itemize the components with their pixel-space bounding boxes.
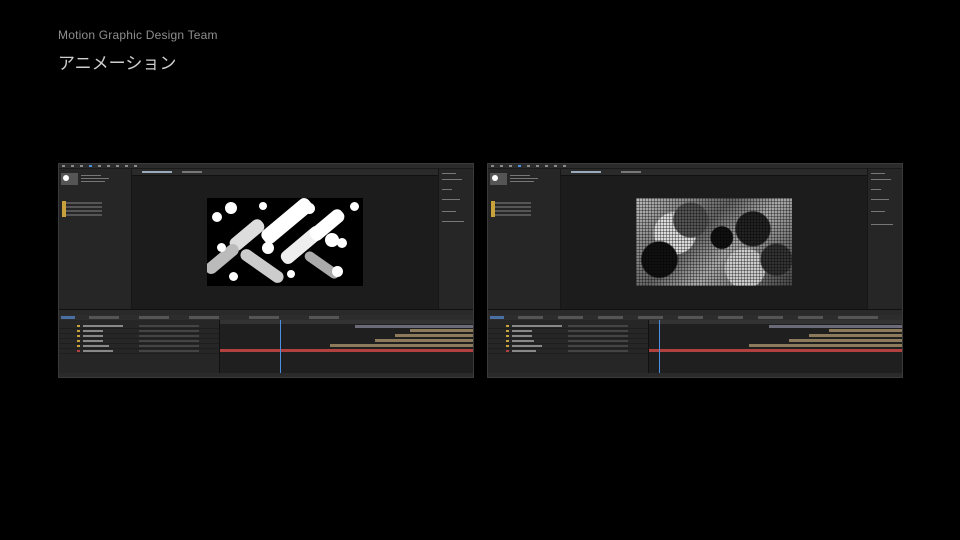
- tool-icon[interactable]: [89, 165, 92, 167]
- slide-title: アニメーション: [58, 54, 177, 74]
- tool-icon[interactable]: [71, 165, 74, 167]
- list-item[interactable]: [62, 213, 102, 217]
- tool-icon[interactable]: [563, 165, 566, 167]
- effects-panel: [867, 169, 902, 309]
- timeline-tracks: [220, 320, 473, 375]
- composition-frame: [636, 198, 792, 286]
- project-thumbnail: [61, 173, 78, 185]
- table-row[interactable]: [488, 349, 648, 354]
- tool-icon[interactable]: [527, 165, 530, 167]
- tool-icon[interactable]: [80, 165, 83, 167]
- time-ruler[interactable]: [220, 320, 473, 324]
- after-effects-screenshot-left: [58, 163, 474, 378]
- tool-icon[interactable]: [509, 165, 512, 167]
- playhead[interactable]: [659, 320, 660, 375]
- project-thumbnail: [490, 173, 507, 185]
- list-item[interactable]: [62, 209, 102, 213]
- list-item[interactable]: [62, 201, 102, 205]
- tab-composition[interactable]: [571, 171, 601, 173]
- timeline-footer: [59, 373, 473, 377]
- table-row[interactable]: [59, 349, 219, 354]
- project-panel: [59, 169, 132, 309]
- tab-timeline[interactable]: [638, 316, 663, 319]
- tool-icon[interactable]: [125, 165, 128, 167]
- tab-timeline[interactable]: [678, 316, 703, 319]
- layer-list: [59, 320, 220, 375]
- timeline-footer: [488, 373, 902, 377]
- tab-timeline[interactable]: [249, 316, 279, 319]
- list-item[interactable]: [491, 205, 531, 209]
- tab-timeline[interactable]: [89, 316, 119, 319]
- tab-timeline[interactable]: [718, 316, 743, 319]
- tab-timeline[interactable]: [758, 316, 783, 319]
- layer-list: [488, 320, 649, 375]
- tool-icon[interactable]: [62, 165, 65, 167]
- tool-icon[interactable]: [116, 165, 119, 167]
- slide-subtitle: Motion Graphic Design Team: [58, 28, 218, 42]
- tool-icon[interactable]: [134, 165, 137, 167]
- tab-timeline[interactable]: [838, 316, 878, 319]
- effects-panel: [438, 169, 473, 309]
- time-ruler[interactable]: [649, 320, 902, 324]
- tool-icon[interactable]: [545, 165, 548, 167]
- tab-composition[interactable]: [142, 171, 172, 173]
- tool-icon[interactable]: [98, 165, 101, 167]
- tool-icon[interactable]: [107, 165, 110, 167]
- list-item[interactable]: [491, 201, 531, 205]
- playhead[interactable]: [280, 320, 281, 375]
- tab-timeline[interactable]: [189, 316, 219, 319]
- tab-timeline[interactable]: [309, 316, 339, 319]
- list-item[interactable]: [491, 213, 531, 217]
- timeline-tracks: [649, 320, 902, 375]
- list-item[interactable]: [62, 205, 102, 209]
- tab-timeline[interactable]: [798, 316, 823, 319]
- tool-icon[interactable]: [491, 165, 494, 167]
- tab-layer[interactable]: [182, 171, 202, 173]
- tool-icon[interactable]: [554, 165, 557, 167]
- tool-icon[interactable]: [518, 165, 521, 167]
- project-panel: [488, 169, 561, 309]
- tab-timeline[interactable]: [518, 316, 543, 319]
- tab-timeline[interactable]: [598, 316, 623, 319]
- composition-viewer: [132, 169, 440, 309]
- tool-icon[interactable]: [536, 165, 539, 167]
- tool-icon[interactable]: [500, 165, 503, 167]
- composition-viewer: [561, 169, 869, 309]
- list-item[interactable]: [491, 209, 531, 213]
- tab-timeline[interactable]: [61, 316, 75, 319]
- viewer-tabs: [561, 169, 869, 176]
- after-effects-screenshot-right: [487, 163, 903, 378]
- viewer-tabs: [132, 169, 440, 176]
- tab-timeline[interactable]: [558, 316, 583, 319]
- tab-layer[interactable]: [621, 171, 641, 173]
- composition-frame: [207, 198, 363, 286]
- tab-timeline[interactable]: [490, 316, 504, 319]
- tab-timeline[interactable]: [139, 316, 169, 319]
